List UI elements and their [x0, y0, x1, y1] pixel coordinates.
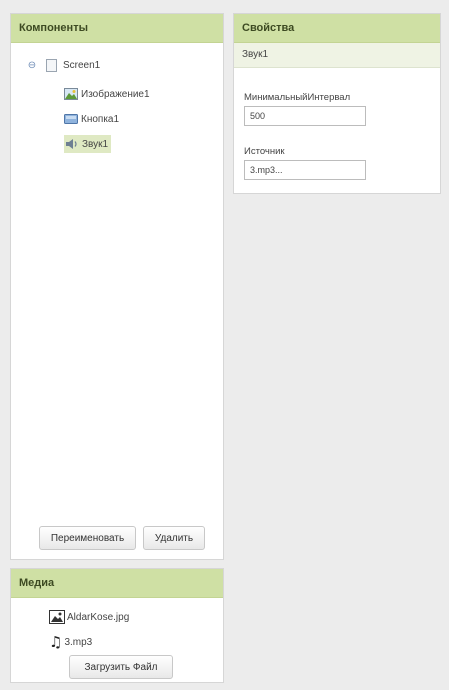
tree-item-sound1[interactable]: Звук1: [64, 135, 112, 153]
screen-icon: [46, 58, 57, 72]
music-note-icon: ♫: [49, 633, 63, 651]
media-panel: Медиа AldarKose.jpg ♫ 3.mp3 Загрузить Фа…: [10, 568, 224, 683]
properties-panel: Свойства Звук1 МинимальныйИнтервал 500 И…: [233, 13, 441, 194]
tree-item-image1[interactable]: Изображение1: [64, 85, 150, 103]
rename-button[interactable]: Переименовать: [39, 526, 136, 550]
components-panel: Компоненты ⊖ Screen1 Изображение1 Кнопка…: [10, 13, 224, 560]
source-input[interactable]: 3.mp3...: [244, 160, 366, 180]
button-icon: [64, 114, 78, 124]
components-header: Компоненты: [11, 14, 223, 43]
tree-item-label: Изображение1: [81, 88, 150, 100]
property-label-min-interval: МинимальныйИнтервал: [244, 92, 351, 103]
media-file-3mp3[interactable]: ♫ 3.mp3: [49, 633, 92, 651]
upload-file-button[interactable]: Загрузить Файл: [69, 655, 173, 679]
min-interval-input[interactable]: 500: [244, 106, 366, 126]
tree-item-screen1[interactable]: ⊖ Screen1: [26, 56, 100, 74]
image-file-icon: [49, 610, 65, 624]
delete-button[interactable]: Удалить: [143, 526, 205, 550]
tree-item-label: Screen1: [63, 59, 101, 71]
collapse-toggle-icon[interactable]: ⊖: [26, 60, 38, 71]
media-header: Медиа: [11, 569, 223, 598]
property-label-source: Источник: [244, 146, 285, 157]
tree-item-button1[interactable]: Кнопка1: [64, 110, 119, 128]
tree-item-label: Кнопка1: [81, 113, 120, 125]
media-file-name: AldarKose.jpg: [67, 611, 130, 623]
sound-icon: [66, 139, 77, 149]
selected-component-name: Звук1: [234, 43, 440, 68]
properties-header: Свойства: [234, 14, 440, 43]
tree-item-label: Звук1: [82, 138, 109, 150]
media-file-name: 3.mp3: [64, 636, 93, 648]
image-icon: [64, 88, 78, 100]
media-file-aldarkose[interactable]: AldarKose.jpg: [49, 610, 129, 624]
